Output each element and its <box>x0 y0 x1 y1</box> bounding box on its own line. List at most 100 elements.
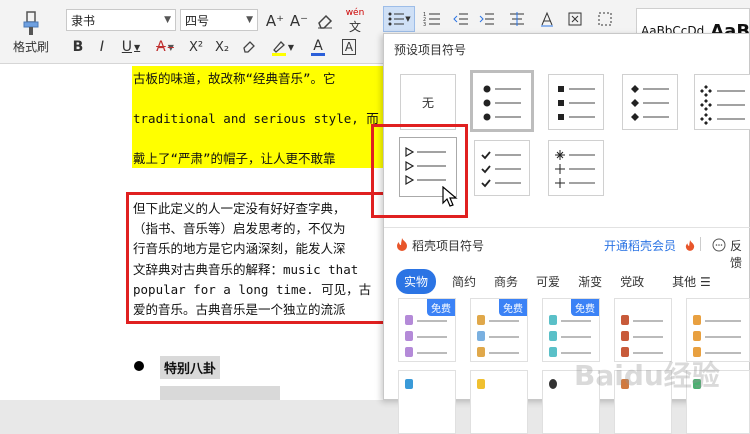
superscript-button[interactable]: X² <box>184 36 208 58</box>
bullet-list-icon <box>388 12 405 26</box>
font-name-select[interactable]: 隶书 ▼ <box>66 9 176 31</box>
brush-icon <box>477 315 485 325</box>
font-color-swatch <box>311 52 325 56</box>
bullet-card[interactable] <box>470 370 528 434</box>
free-badge: 免费 <box>427 299 455 316</box>
font-size-select[interactable]: 四号 ▼ <box>180 9 258 31</box>
doc-line: 古板的味道，故改称“经典音乐”。它 <box>133 71 336 86</box>
line-placeholder <box>489 336 519 338</box>
bullet-option-check[interactable] <box>474 140 530 196</box>
tab-more[interactable]: 其他 ☰ <box>672 273 711 290</box>
border-icon <box>598 12 612 26</box>
category-tabs: 实物 简约 商务 可爱 渐变 党政 其他 ☰ <box>396 269 711 294</box>
bullet-card[interactable]: 免费 <box>470 298 528 362</box>
shrink-font-button[interactable]: A⁻ <box>288 10 310 32</box>
brush-icon <box>477 331 485 341</box>
tab-objects[interactable]: 实物 <box>396 269 437 294</box>
bullet-list-button[interactable]: ▼ <box>383 6 415 32</box>
font-color-label: A <box>313 37 323 54</box>
chevron-down-icon: ▼ <box>167 42 174 52</box>
tab-business[interactable]: 商务 <box>494 273 518 290</box>
increase-indent-button[interactable] <box>476 8 498 30</box>
menu-icon: ☰ <box>699 275 711 289</box>
doc-heading: 特别八卦 <box>160 356 221 379</box>
guitar-icon <box>621 315 629 325</box>
bullet-option-clover[interactable] <box>694 74 750 130</box>
bullet-option-diamond[interactable] <box>622 74 678 130</box>
font-size-value: 四号 <box>185 13 210 28</box>
square-bullet-icon <box>558 86 595 120</box>
free-badge: 免费 <box>499 299 527 316</box>
bullet-card[interactable] <box>614 298 672 362</box>
strikethrough-button[interactable]: A ▼ <box>150 36 180 58</box>
paragraph-spacing-button[interactable] <box>502 8 532 30</box>
flask-icon <box>549 347 557 357</box>
preset-bullets-title: 预设项目符号 <box>394 43 467 57</box>
tab-simple[interactable]: 简约 <box>452 273 476 290</box>
show-marks-button[interactable] <box>564 8 586 30</box>
feedback-icon <box>712 238 726 252</box>
line-placeholder <box>489 320 519 322</box>
highlight-color-button[interactable]: ▼ <box>266 36 298 58</box>
brush-icon <box>477 347 485 357</box>
star-bullet-icon <box>555 150 595 188</box>
numbered-list-button[interactable]: 123 <box>418 8 446 30</box>
pinyin-char-icon: 文 <box>348 19 361 34</box>
sun-icon <box>477 379 485 389</box>
pen-icon <box>405 331 413 341</box>
decrease-indent-button[interactable] <box>450 8 472 30</box>
char-border-label: A <box>341 39 357 55</box>
line-placeholder <box>633 336 663 338</box>
check-bullet-icon <box>481 151 521 188</box>
bullet-card[interactable] <box>398 370 456 434</box>
text-direction-button[interactable] <box>536 8 558 30</box>
feedback-link[interactable]: 反馈 <box>730 237 749 271</box>
format-painter-button[interactable]: 格式刷 <box>8 6 54 58</box>
font-name-value: 隶书 <box>71 13 96 28</box>
underline-button[interactable]: U ▼ <box>116 36 146 58</box>
bullet-option-square[interactable] <box>548 74 604 130</box>
line-placeholder <box>633 320 663 322</box>
bullet-card[interactable] <box>686 298 750 362</box>
chevron-down-icon: ▼ <box>246 15 253 25</box>
tab-cute[interactable]: 可爱 <box>536 273 560 290</box>
tab-party[interactable]: 党政 <box>620 273 644 290</box>
tab-gradient[interactable]: 渐变 <box>578 273 602 290</box>
toolbar-more-button[interactable] <box>594 8 616 30</box>
bullet-option-circle[interactable] <box>470 70 534 132</box>
bullet-card[interactable]: 免费 <box>542 298 600 362</box>
circle-bullet-icon <box>483 85 521 121</box>
member-link[interactable]: 开通稻壳会员 <box>604 237 676 254</box>
page-left-margin <box>0 64 100 400</box>
bold-button[interactable]: B <box>68 36 88 58</box>
bullet-option-star[interactable] <box>548 140 604 196</box>
diamond-bullet-icon <box>631 85 669 121</box>
grow-font-button[interactable]: A⁺ <box>264 10 286 32</box>
pinyin-button[interactable]: wén 文 <box>340 8 370 34</box>
line-placeholder <box>489 352 519 354</box>
guitar-icon <box>621 331 629 341</box>
numbered-list-icon: 123 <box>423 12 440 27</box>
shrink-font-icon: A⁻ <box>289 12 309 30</box>
char-border-button[interactable]: A <box>338 36 360 58</box>
ball-icon <box>549 379 557 389</box>
text-direction-icon <box>541 11 553 27</box>
indent-icon <box>479 13 494 25</box>
member-flame-icon <box>685 240 695 251</box>
font-color-button[interactable]: A <box>302 36 334 58</box>
shaded-block <box>160 386 280 400</box>
more-label: 其他 <box>672 275 697 289</box>
chevron-down-icon: ▼ <box>287 42 295 52</box>
line-placeholder <box>561 336 591 338</box>
bullet-card[interactable]: 免费 <box>398 298 456 362</box>
svg-text:3: 3 <box>423 22 426 27</box>
italic-button[interactable]: I <box>92 36 112 58</box>
annotation-red-box <box>126 192 396 324</box>
chevron-down-icon: ▼ <box>405 15 411 23</box>
flask-icon <box>549 315 557 325</box>
subscript-button[interactable]: X₂ <box>210 36 234 58</box>
clear-format-button[interactable] <box>314 10 336 32</box>
brush-icon <box>23 10 39 35</box>
bullet-option-none[interactable]: 无 <box>400 74 456 130</box>
erase-highlight-button[interactable] <box>238 36 260 58</box>
